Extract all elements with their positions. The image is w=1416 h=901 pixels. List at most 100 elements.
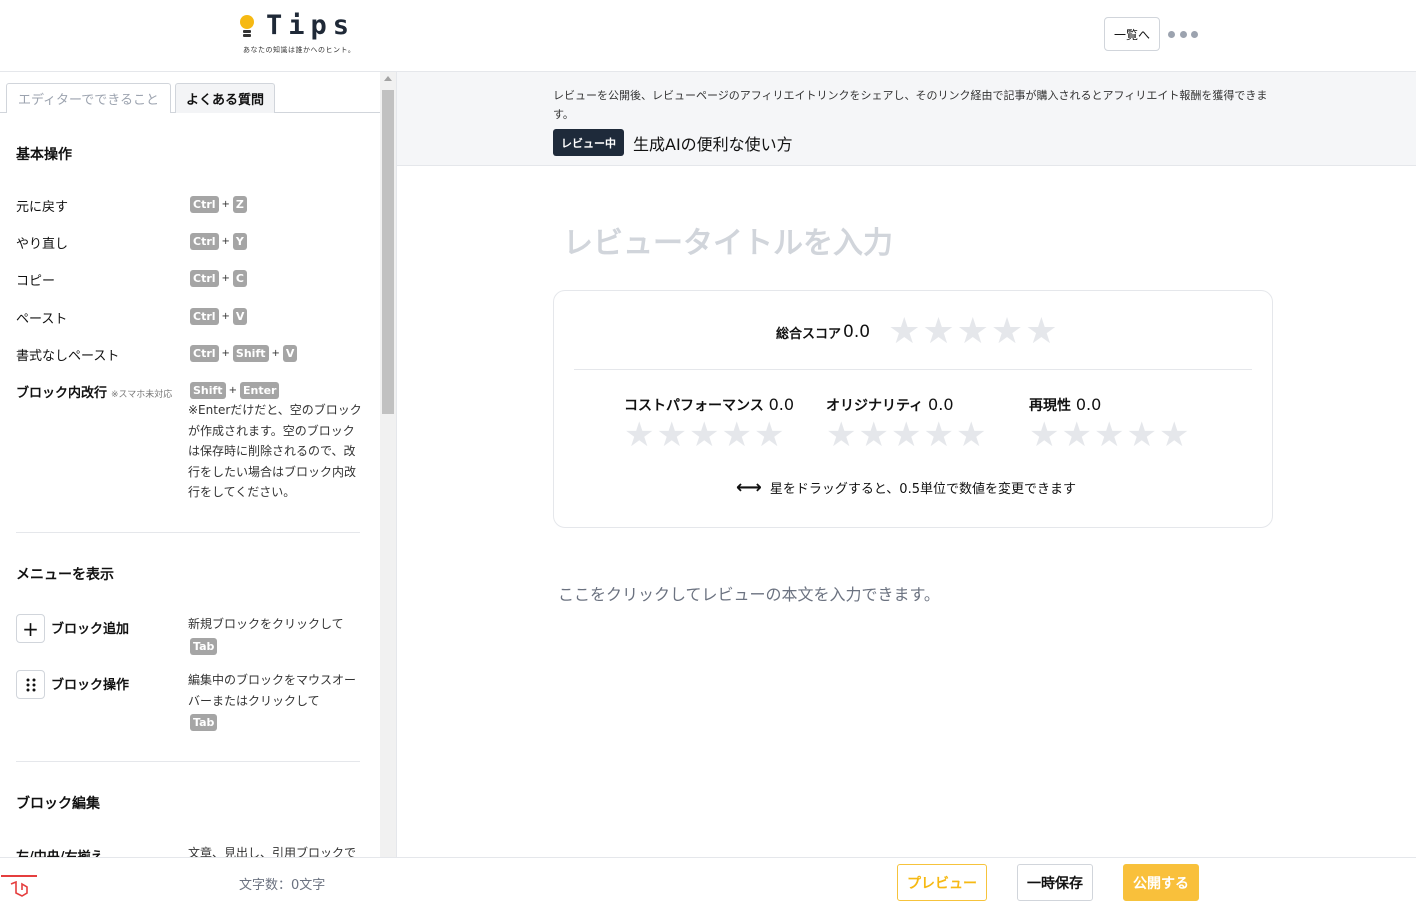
affiliate-notice: レビューを公開後、レビューページのアフィリエイトリンクをシェアし、そのリンク経由… xyxy=(397,72,1416,166)
shortcut-label-paste: ペースト xyxy=(16,312,68,327)
review-title-input[interactable]: レビュータイトルを入力 xyxy=(563,218,893,262)
drag-handle-icon xyxy=(16,670,45,699)
shortcut-keys-undo: Ctrl + Z xyxy=(190,196,247,213)
tips-logo[interactable]: Tips あなたの知識は誰かへのヒント。 xyxy=(238,10,368,58)
star-icon[interactable]: ★ xyxy=(922,314,954,350)
publish-button[interactable]: 公開する xyxy=(1123,864,1199,901)
logo-text: Tips xyxy=(266,10,356,41)
shortcut-label-inline-break: ブロック内改行 ※スマホ未対応 xyxy=(16,386,173,401)
sub-score-value: 0.0 xyxy=(928,395,954,414)
key-badge: V xyxy=(232,308,248,325)
key-badge: Y xyxy=(232,233,247,250)
review-status-badge: レビュー中 xyxy=(553,129,624,156)
word-count: 文字数：0文字 xyxy=(239,878,326,893)
sub-score-value: 0.0 xyxy=(768,395,795,414)
drag-hint: ⟷ 星をドラッグすると、0.5単位で数値を変更できます xyxy=(736,477,1076,498)
star-icon[interactable]: ★ xyxy=(858,418,888,452)
sub-score-reproducibility: 再現性 0.0 ★ ★ ★ ★ ★ xyxy=(1029,395,1190,455)
review-editor: レビューを公開後、レビューページのアフィリエイトリンクをシェアし、そのリンク経由… xyxy=(397,72,1416,857)
star-icon[interactable]: ★ xyxy=(957,314,989,350)
horizontal-arrows-icon: ⟷ xyxy=(736,477,762,498)
key-badge: Tab xyxy=(190,638,218,655)
score-card: 総合スコア 0.0 ★ ★ ★ ★ ★ コストパフォーマンス 0.0 ★ ★ ★ ★ ★ オリジ… xyxy=(553,290,1273,528)
shortcut-keys-redo: Ctrl + Y xyxy=(190,233,247,250)
originality-star-rating[interactable]: ★ ★ ★ ★ ★ xyxy=(826,418,986,452)
star-icon[interactable]: ★ xyxy=(656,418,686,452)
star-icon[interactable]: ★ xyxy=(1094,418,1124,452)
star-icon[interactable]: ★ xyxy=(956,418,986,452)
star-icon[interactable]: ★ xyxy=(991,314,1023,350)
menu-label-block-operation: ブロック操作 xyxy=(51,678,130,693)
star-icon[interactable]: ★ xyxy=(1025,314,1057,350)
help-tabs: エディターでできること よくある質問 xyxy=(0,72,380,113)
shortcut-label-plain-paste: 書式なしペースト xyxy=(16,349,120,364)
shortcut-keys-plain-paste: Ctrl + Shift + V xyxy=(190,345,298,362)
inline-break-note: ※Enterだけだと、空のブロックが作成されます。空のブロックは保存時に削除され… xyxy=(188,403,362,499)
key-badge: Ctrl xyxy=(190,308,219,325)
key-badge: V xyxy=(282,345,298,362)
edit-label-align: 左/中央/右揃え xyxy=(16,846,104,857)
key-badge: Z xyxy=(232,196,247,213)
cost-performance-star-rating[interactable]: ★ ★ ★ ★ ★ xyxy=(624,418,794,452)
scroll-up-icon[interactable] xyxy=(384,76,392,81)
key-badge: C xyxy=(232,270,247,287)
star-icon[interactable]: ★ xyxy=(721,418,751,452)
block-operation-key: Tab xyxy=(190,714,218,731)
section-title-basic: 基本操作 xyxy=(16,147,72,163)
mobile-unsupported-note: ※スマホ未対応 xyxy=(111,390,173,400)
section-divider xyxy=(16,532,360,533)
preview-button[interactable]: プレビュー xyxy=(897,864,987,901)
key-badge: Shift xyxy=(232,345,269,362)
key-badge: Tab xyxy=(190,714,218,731)
star-icon[interactable]: ★ xyxy=(826,418,856,452)
align-note: 文章、見出し、引用ブロックで xyxy=(188,846,357,857)
section-title-block-edit: ブロック編集 xyxy=(16,796,100,812)
tab-editor-features[interactable]: エディターでできること xyxy=(6,83,171,113)
menu-label-add-block: ブロック追加 xyxy=(51,622,130,637)
star-icon[interactable]: ★ xyxy=(888,314,920,350)
shortcut-label-undo: 元に戻す xyxy=(16,200,69,215)
total-star-rating[interactable]: ★ ★ ★ ★ ★ xyxy=(888,314,1057,350)
more-options-icon[interactable] xyxy=(1168,24,1198,44)
star-icon[interactable]: ★ xyxy=(754,418,784,452)
shortcut-keys-inline-break: Shift + Enter xyxy=(190,382,280,399)
back-to-list-button[interactable]: 一覧へ xyxy=(1104,17,1160,51)
shortcut-label-copy: コピー xyxy=(16,274,56,289)
shortcut-keys-copy: Ctrl + C xyxy=(190,270,247,287)
key-badge: Enter xyxy=(239,382,280,399)
key-badge: Ctrl xyxy=(190,196,219,213)
star-icon[interactable]: ★ xyxy=(1029,418,1059,452)
shortcut-label-redo: やり直し xyxy=(16,237,69,252)
reproducibility-star-rating[interactable]: ★ ★ ★ ★ ★ xyxy=(1029,418,1189,452)
plus-icon: + xyxy=(16,614,45,643)
star-icon[interactable]: ★ xyxy=(1159,418,1189,452)
star-icon[interactable]: ★ xyxy=(1061,418,1091,452)
save-draft-button[interactable]: 一時保存 xyxy=(1017,864,1093,901)
drag-hint-text: 星をドラッグすると、0.5単位で数値を変更できます xyxy=(769,482,1076,497)
scrollbar-thumb[interactable] xyxy=(382,90,394,414)
footer-bar: 文字数：0文字 プレビュー 一時保存 公開する xyxy=(0,857,1416,901)
star-icon[interactable]: ★ xyxy=(624,418,654,452)
total-score: 総合スコア 0.0 ★ ★ ★ ★ ★ xyxy=(776,314,1057,350)
tab-faq[interactable]: よくある質問 xyxy=(175,83,275,113)
editor-help-panel: エディターでできること よくある質問 基本操作 元に戻す Ctrl + Z やり直し… xyxy=(0,72,397,857)
key-badge: Ctrl xyxy=(190,270,219,287)
section-divider xyxy=(16,761,360,762)
key-badge: Ctrl xyxy=(190,345,219,362)
section-title-menu: メニューを表示 xyxy=(16,567,114,583)
star-icon[interactable]: ★ xyxy=(689,418,719,452)
sub-score-value: 0.0 xyxy=(1075,395,1102,414)
review-body-input[interactable]: ここをクリックしてレビューの本文を入力できます。 xyxy=(558,581,940,605)
laravel-icon xyxy=(1,875,37,901)
total-score-value: 0.0 xyxy=(843,322,871,342)
total-score-label: 総合スコア xyxy=(776,326,842,342)
star-icon[interactable]: ★ xyxy=(1126,418,1156,452)
reviewed-article-title[interactable]: 生成AIの便利な使い方 xyxy=(633,131,793,155)
star-icon[interactable]: ★ xyxy=(891,418,921,452)
sub-score-cost-performance: コストパフォーマンス 0.0 ★ ★ ★ ★ ★ xyxy=(624,395,795,455)
sub-score-originality: オリジナリティ 0.0 ★ ★ ★ ★ ★ xyxy=(826,395,987,455)
header: Tips あなたの知識は誰かへのヒント。 一覧へ xyxy=(0,0,1416,72)
lightbulb-icon xyxy=(240,15,254,33)
affiliate-notice-text: レビューを公開後、レビューページのアフィリエイトリンクをシェアし、そのリンク経由… xyxy=(553,89,1268,121)
star-icon[interactable]: ★ xyxy=(923,418,953,452)
